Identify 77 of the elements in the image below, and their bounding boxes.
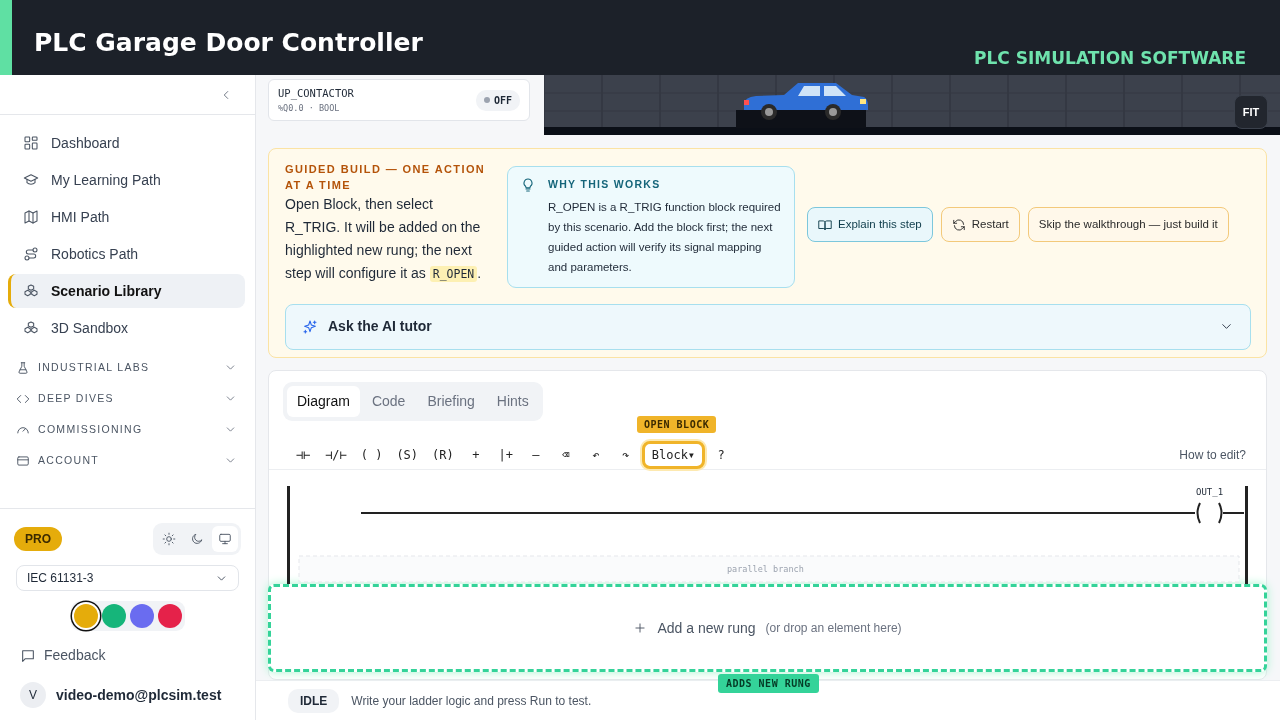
banner-title: PLC Garage Door Controller	[34, 27, 423, 59]
sidebar-item[interactable]: Robotics Path	[8, 237, 245, 271]
guided-button[interactable]: Restart	[940, 207, 1020, 243]
sidebar-group[interactable]: INDUSTRIAL LABS	[38, 359, 216, 376]
feedback-link[interactable]: Feedback	[44, 645, 106, 666]
tool-button[interactable]: –	[521, 443, 550, 466]
color-swatch[interactable]	[73, 604, 98, 628]
zone-tag: ADDS NEW RUNG	[718, 674, 819, 693]
tab[interactable]: Briefing	[417, 386, 485, 417]
sidebar-item[interactable]: Dashboard	[8, 126, 245, 160]
tool-button[interactable]: (S)	[390, 443, 425, 466]
flask-icon	[16, 360, 30, 375]
sidebar-item[interactable]: My Learning Path	[8, 163, 245, 197]
sidebar-item[interactable]: Scenario Library	[8, 274, 245, 308]
coil-label: OUT_1	[1196, 486, 1224, 499]
tab[interactable]: Code	[361, 386, 416, 417]
signal-address: %Q0.0 · BOOL	[278, 101, 341, 115]
tool-button[interactable]: |+	[491, 443, 520, 466]
color-swatch[interactable]	[157, 604, 182, 628]
tool-button[interactable]: (R)	[426, 443, 460, 466]
branch-label: parallel branch	[727, 563, 804, 576]
route-icon	[23, 246, 39, 262]
tool-button[interactable]: +	[461, 443, 490, 466]
sidebar-group[interactable]: COMMISSIONING	[38, 421, 216, 438]
moon-icon	[190, 532, 204, 546]
tool-button[interactable]: ⌫	[551, 443, 580, 466]
plus-icon	[633, 621, 648, 635]
tool-button[interactable]: ↷	[611, 443, 640, 466]
coil-symbol	[1196, 502, 1245, 524]
guided-button[interactable]: Explain this step	[807, 207, 933, 243]
tool-button[interactable]: ( )	[354, 443, 389, 466]
status-badge: IDLE	[288, 688, 340, 713]
cubes-icon	[23, 283, 39, 299]
standard-select[interactable]: IEC 61131-3	[16, 565, 239, 591]
tool-button[interactable]: ↶	[581, 443, 610, 466]
map-icon	[23, 209, 39, 225]
tool-button[interactable]: Block▾	[641, 440, 706, 469]
add-rung-zone[interactable]: Add a new rung (or drop an element here)	[268, 584, 1267, 672]
explanation-text: R_OPEN is a R_TRIG function block required by this scenario. Add the block first; the next guided action will verify its signal mapping and parameters.	[548, 199, 782, 275]
user-email: video-demo@plcsim.test	[56, 685, 222, 705]
sparkle-icon	[302, 318, 318, 335]
tab[interactable]: Diagram	[287, 386, 360, 417]
instruction-text: Open Block, then select R_TRIG. It will be added on the highlighted new rung; the next step will configure it as R_OPEN .	[285, 195, 483, 284]
tool-button[interactable]: ?	[707, 443, 736, 466]
sun-icon	[162, 532, 176, 546]
monitor-icon	[218, 532, 232, 546]
lightbulb-icon	[520, 177, 536, 193]
color-swatch[interactable]	[129, 604, 154, 628]
signal-name: UP_CONTACTOR	[278, 85, 354, 102]
explanation-title: WHY THIS WORKS	[548, 177, 662, 192]
dashboard-icon	[23, 135, 39, 151]
help-link[interactable]: How to edit?	[1179, 445, 1246, 464]
book-icon	[818, 217, 832, 232]
sidebar-group[interactable]: ACCOUNT	[38, 452, 216, 469]
cubes-icon	[23, 320, 39, 336]
status-message: Write your ladder logic and press Run to test.	[351, 692, 592, 710]
zoom-button[interactable]: FIT	[1234, 95, 1268, 129]
sidebar-group[interactable]: DEEP DIVES	[38, 390, 216, 407]
ai-tutor-panel[interactable]: Ask the AI tutor	[285, 303, 1251, 350]
tool-button[interactable]: ⊣⊢	[289, 443, 317, 466]
tool-button[interactable]: ⊣/⊢	[319, 443, 353, 466]
sidebar-item[interactable]: 3D Sandbox	[8, 311, 245, 345]
chat-icon	[20, 647, 36, 664]
sidebar-item[interactable]: HMI Path	[8, 200, 245, 234]
refresh-icon	[951, 217, 966, 232]
color-swatch[interactable]	[101, 604, 126, 628]
graduation-cap-icon	[23, 172, 39, 188]
guided-button[interactable]: Skip the walkthrough — just build it	[1027, 207, 1229, 243]
callout-tag: OPEN BLOCK	[637, 416, 717, 433]
card-icon	[16, 453, 30, 468]
tab[interactable]: Hints	[486, 386, 539, 417]
signal-state: OFF	[475, 89, 520, 111]
guided-heading: GUIDED BUILD — ONE ACTION AT A TIME	[285, 162, 487, 193]
banner-subtitle: PLC SIMULATION SOFTWARE	[974, 47, 1246, 70]
plan-badge: PRO	[14, 527, 62, 551]
theme-button[interactable]	[212, 526, 238, 552]
user-avatar: V	[20, 682, 46, 708]
